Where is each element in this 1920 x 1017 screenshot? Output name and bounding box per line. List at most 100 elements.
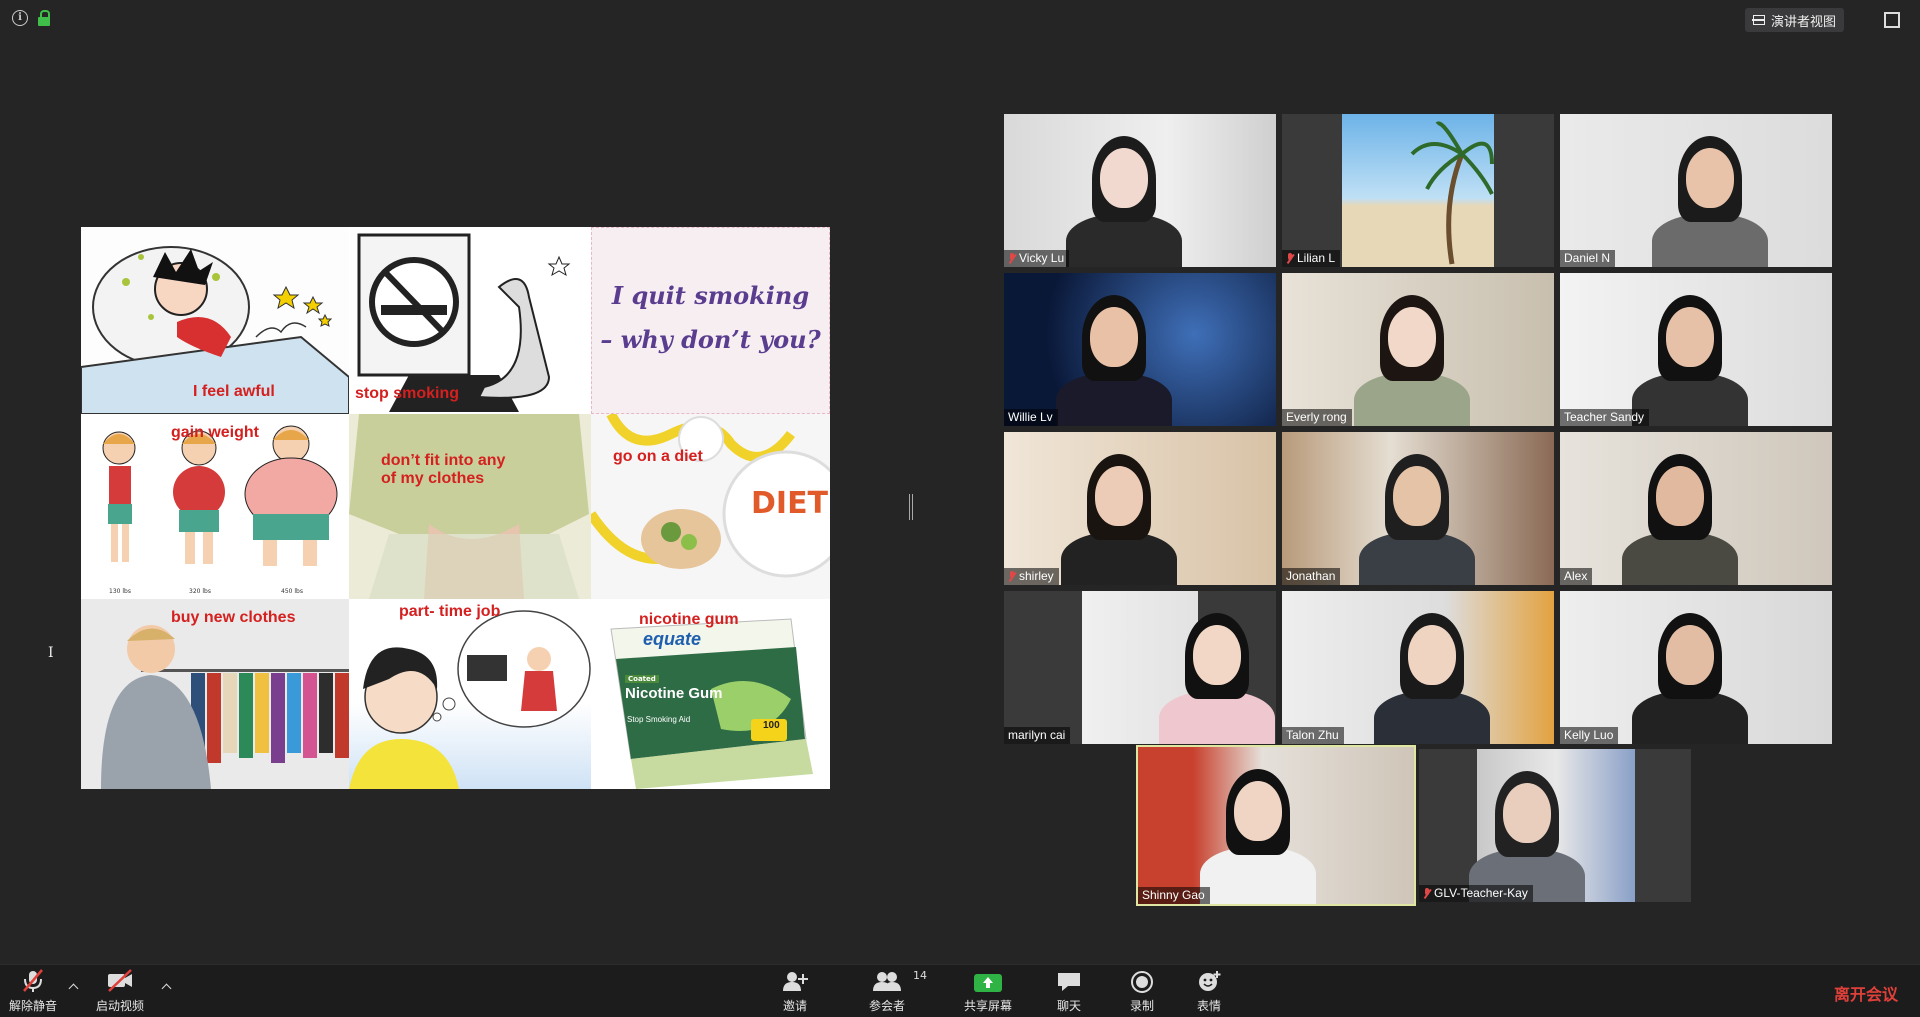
- invite-icon: [781, 965, 809, 993]
- layout-icon: [1752, 15, 1765, 25]
- participant-tile[interactable]: Vicky Lu: [1004, 114, 1276, 267]
- muted-mic-icon: [1008, 571, 1016, 582]
- chat-button[interactable]: 聊天: [1052, 965, 1086, 1017]
- reactions-label: 表情: [1196, 999, 1221, 1013]
- lock-icon[interactable]: [38, 10, 50, 26]
- person-face: [1193, 625, 1241, 685]
- person-face: [1503, 783, 1551, 843]
- participants-icon: 14: [871, 965, 927, 993]
- caption-diet: go on a diet: [613, 448, 703, 465]
- caption-dont-fit-2: of my clothes: [381, 470, 485, 487]
- weight-label-2: 320 lbs: [189, 588, 211, 595]
- participant-name: Kelly Luo: [1564, 728, 1614, 742]
- participants-button[interactable]: 14 参会者: [862, 965, 927, 1017]
- speaker-view-button[interactable]: 演讲者视图: [1744, 8, 1844, 32]
- person-face: [1393, 466, 1441, 526]
- participant-name-tag: Willie Lv: [1004, 409, 1058, 426]
- split-divider-handle[interactable]: [909, 494, 913, 520]
- participant-name-tag: Vicky Lu: [1004, 250, 1070, 267]
- participant-tile[interactable]: Daniel N: [1560, 114, 1832, 267]
- person-face: [1100, 148, 1148, 208]
- participant-name-tag: marilyn cai: [1004, 727, 1071, 744]
- caption-stop-smoking: stop smoking: [355, 385, 460, 402]
- participant-name-tag: Shinny Gao: [1138, 887, 1210, 904]
- share-screen-button[interactable]: 共享屏幕: [958, 965, 1018, 1017]
- weight-label-3: 450 lbs: [281, 588, 303, 595]
- participant-tile[interactable]: Talon Zhu: [1282, 591, 1554, 744]
- participant-tile[interactable]: Jonathan: [1282, 432, 1554, 585]
- shopping-clothes-photo: [81, 599, 349, 789]
- slide-cell-part-time-job: part- time job: [349, 599, 591, 789]
- participant-name: GLV-Teacher-Kay: [1434, 886, 1528, 900]
- person-face: [1234, 781, 1282, 841]
- box-sub: Stop Smoking Aid: [627, 715, 691, 724]
- person-face: [1408, 625, 1456, 685]
- participant-name-tag: Daniel N: [1560, 250, 1616, 267]
- participant-tile[interactable]: Shinny Gao: [1136, 745, 1416, 906]
- slide-cell-feel-awful: I feel awful: [81, 227, 349, 414]
- participant-tile[interactable]: Alex: [1560, 432, 1832, 585]
- record-button[interactable]: 录制: [1125, 965, 1159, 1017]
- muted-mic-icon: [20, 965, 46, 993]
- muted-mic-icon: [1423, 888, 1431, 899]
- participant-tile[interactable]: Kelly Luo: [1560, 591, 1832, 744]
- participant-name-tag: GLV-Teacher-Kay: [1419, 885, 1533, 902]
- invite-button[interactable]: 邀请: [775, 965, 815, 1017]
- plate-diet-text: DIET: [751, 486, 829, 521]
- leave-meeting-button[interactable]: 离开会议: [1834, 981, 1898, 1005]
- participant-name: Talon Zhu: [1286, 728, 1339, 742]
- participant-name-tag: Kelly Luo: [1560, 727, 1619, 744]
- video-off-icon: [105, 965, 135, 993]
- video-options-caret-icon[interactable]: [161, 983, 172, 994]
- person-body: [1200, 847, 1316, 904]
- participant-name-tag: shirley: [1004, 568, 1059, 585]
- participant-name-tag: Teacher Sandy: [1560, 409, 1650, 426]
- start-video-button[interactable]: 启动视频: [90, 965, 150, 1017]
- participant-name: Lilian L: [1297, 251, 1336, 265]
- participant-name-tag: Everly rong: [1282, 409, 1352, 426]
- share-screen-icon: [973, 965, 1003, 993]
- participant-name-tag: Lilian L: [1282, 250, 1341, 267]
- video-feed: [1342, 114, 1494, 267]
- speaker-view-label: 演讲者视图: [1770, 14, 1836, 30]
- participant-tile[interactable]: shirley: [1004, 432, 1276, 585]
- person-face: [1090, 307, 1138, 367]
- person-face: [1666, 625, 1714, 685]
- audio-options-caret-icon[interactable]: [68, 983, 79, 994]
- reactions-button[interactable]: 表情: [1192, 965, 1226, 1017]
- participant-name-tag: Jonathan: [1282, 568, 1341, 585]
- text-cursor: I: [48, 645, 54, 661]
- unmute-label: 解除静音: [8, 999, 57, 1013]
- meeting-toolbar: 解除静音 启动视频 邀请 14 参会者 共享屏幕 聊天 录制 表情 离开会议: [0, 964, 1920, 1017]
- participant-tile[interactable]: Willie Lv: [1004, 273, 1276, 426]
- participant-name: Everly rong: [1286, 410, 1347, 424]
- info-icon[interactable]: i: [12, 10, 28, 26]
- participant-name: Shinny Gao: [1142, 888, 1205, 902]
- muted-mic-icon: [1286, 253, 1294, 264]
- slide-cell-buy-clothes: buy new clothes: [81, 599, 349, 789]
- invite-label: 邀请: [782, 999, 807, 1013]
- slide-cell-gain-weight: gain weight 130 lbs 320 lbs 450 lbs: [81, 414, 349, 599]
- share-screen-label: 共享屏幕: [963, 999, 1012, 1013]
- participant-name: Jonathan: [1286, 569, 1336, 583]
- participant-tile[interactable]: Everly rong: [1282, 273, 1554, 426]
- slide-cell-stop-smoking: stop smoking: [349, 227, 591, 414]
- participant-name: shirley: [1019, 569, 1054, 583]
- person-face: [1095, 466, 1143, 526]
- participant-tile[interactable]: marilyn cai: [1004, 591, 1276, 744]
- box-brand: equate: [643, 629, 702, 649]
- person-face: [1656, 466, 1704, 526]
- participant-name: Alex: [1564, 569, 1588, 583]
- participant-name-tag: Alex: [1560, 568, 1593, 585]
- muted-mic-icon: [1008, 253, 1016, 264]
- caption-gain-weight: gain weight: [171, 424, 259, 441]
- slide-cell-nicotine-gum: nicotine gum equate Coated Nicotine Gum …: [591, 599, 830, 789]
- participant-tile[interactable]: GLV-Teacher-Kay: [1419, 749, 1691, 902]
- participants-label: 参会者: [868, 999, 905, 1013]
- participant-tile[interactable]: Teacher Sandy: [1560, 273, 1832, 426]
- fullscreen-icon[interactable]: [1884, 12, 1900, 28]
- participants-count: 14: [913, 969, 927, 982]
- participant-tile[interactable]: Lilian L: [1282, 114, 1554, 267]
- unmute-button[interactable]: 解除静音: [4, 965, 62, 1017]
- smiley-icon: [1196, 965, 1222, 993]
